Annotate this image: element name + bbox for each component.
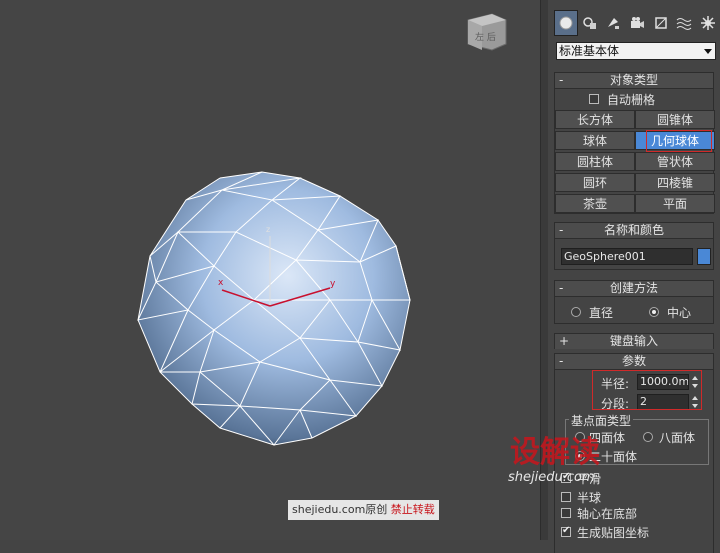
axis-y-label: y bbox=[330, 279, 336, 289]
axis-z-label: z bbox=[266, 225, 270, 234]
gen-mapping-label: 生成贴图坐标 bbox=[577, 526, 650, 540]
dropdown-value: 标准基本体 bbox=[559, 44, 620, 58]
cylinder-button[interactable]: 圆柱体 bbox=[555, 152, 635, 171]
create-category-tabs bbox=[554, 10, 720, 36]
object-name-field[interactable]: GeoSphere001 bbox=[561, 248, 693, 265]
keyboard-entry-header[interactable]: + 键盘输入 bbox=[555, 334, 713, 349]
watermark: shejiedu.com原创 禁止转载 bbox=[288, 500, 439, 520]
watermark-site: shejiedu.com原创 bbox=[292, 503, 388, 516]
box-button[interactable]: 长方体 bbox=[555, 110, 635, 129]
primitive-type-dropdown[interactable]: 标准基本体 bbox=[556, 42, 716, 60]
highlight-box bbox=[646, 130, 712, 152]
cameras-icon[interactable] bbox=[625, 10, 649, 36]
cone-button[interactable]: 圆锥体 bbox=[635, 110, 715, 129]
name-color-header[interactable]: - 名称和颜色 bbox=[555, 223, 713, 239]
base-type-label: 基点面类型 bbox=[569, 412, 634, 429]
sphere-button[interactable]: 球体 bbox=[555, 131, 635, 150]
creation-method-header[interactable]: - 创建方法 bbox=[555, 281, 713, 297]
object-type-header[interactable]: - 对象类型 bbox=[555, 73, 713, 89]
collapse-icon: - bbox=[559, 223, 564, 237]
perspective-viewport[interactable]: z x y 左 后 shejiedu.com原创 禁止转载 bbox=[0, 0, 540, 540]
diameter-label: 直径 bbox=[589, 306, 614, 320]
viewcube[interactable]: 左 后 bbox=[464, 10, 510, 52]
site-logo: 设解读 shejiedu.com bbox=[508, 435, 600, 485]
collapse-icon: - bbox=[559, 354, 564, 368]
center-label: 中心 bbox=[667, 306, 692, 320]
object-color-swatch[interactable] bbox=[697, 248, 711, 265]
params-highlight-box bbox=[592, 370, 702, 410]
shapes-icon[interactable] bbox=[578, 10, 602, 36]
collapse-icon: - bbox=[559, 281, 564, 295]
viewcube-label: 左 后 bbox=[475, 31, 496, 43]
octa-label: 八面体 bbox=[659, 431, 696, 445]
geometry-icon[interactable] bbox=[554, 10, 578, 36]
base-pivot-checkbox[interactable] bbox=[561, 508, 571, 518]
octa-radio[interactable] bbox=[643, 432, 653, 442]
logo-text: 设解读 bbox=[510, 435, 600, 470]
autogrid-label: 自动栅格 bbox=[607, 93, 656, 107]
autogrid-checkbox[interactable] bbox=[589, 94, 599, 104]
creation-method-rollout: - 创建方法 直径 中心 bbox=[554, 280, 714, 324]
plane-button[interactable]: 平面 bbox=[635, 194, 715, 213]
geosphere-wireframe[interactable]: z x y bbox=[0, 0, 540, 540]
expand-icon: + bbox=[559, 334, 570, 348]
hemisphere-checkbox[interactable] bbox=[561, 492, 571, 502]
pyramid-button[interactable]: 四棱锥 bbox=[635, 173, 715, 192]
helpers-icon[interactable] bbox=[649, 10, 673, 36]
center-radio[interactable] bbox=[649, 307, 659, 317]
keyboard-entry-rollout: + 键盘输入 bbox=[554, 333, 714, 349]
lights-icon[interactable] bbox=[601, 10, 625, 36]
name-color-rollout: - 名称和颜色 GeoSphere001 bbox=[554, 222, 714, 270]
systems-icon[interactable] bbox=[696, 10, 720, 36]
diameter-radio[interactable] bbox=[571, 307, 581, 317]
chevron-down-icon bbox=[704, 49, 712, 54]
gen-mapping-checkbox[interactable] bbox=[561, 525, 571, 537]
tube-button[interactable]: 管状体 bbox=[635, 152, 715, 171]
parameters-header[interactable]: - 参数 bbox=[555, 354, 713, 370]
watermark-notice: 禁止转载 bbox=[390, 503, 435, 516]
base-pivot-label: 轴心在底部 bbox=[577, 507, 638, 521]
teapot-button[interactable]: 茶壶 bbox=[555, 194, 635, 213]
torus-button[interactable]: 圆环 bbox=[555, 173, 635, 192]
logo-url: shejiedu.com bbox=[508, 470, 595, 485]
collapse-icon: - bbox=[559, 73, 564, 87]
spacewarps-icon[interactable] bbox=[673, 10, 697, 36]
axis-x-label: x bbox=[218, 278, 224, 288]
